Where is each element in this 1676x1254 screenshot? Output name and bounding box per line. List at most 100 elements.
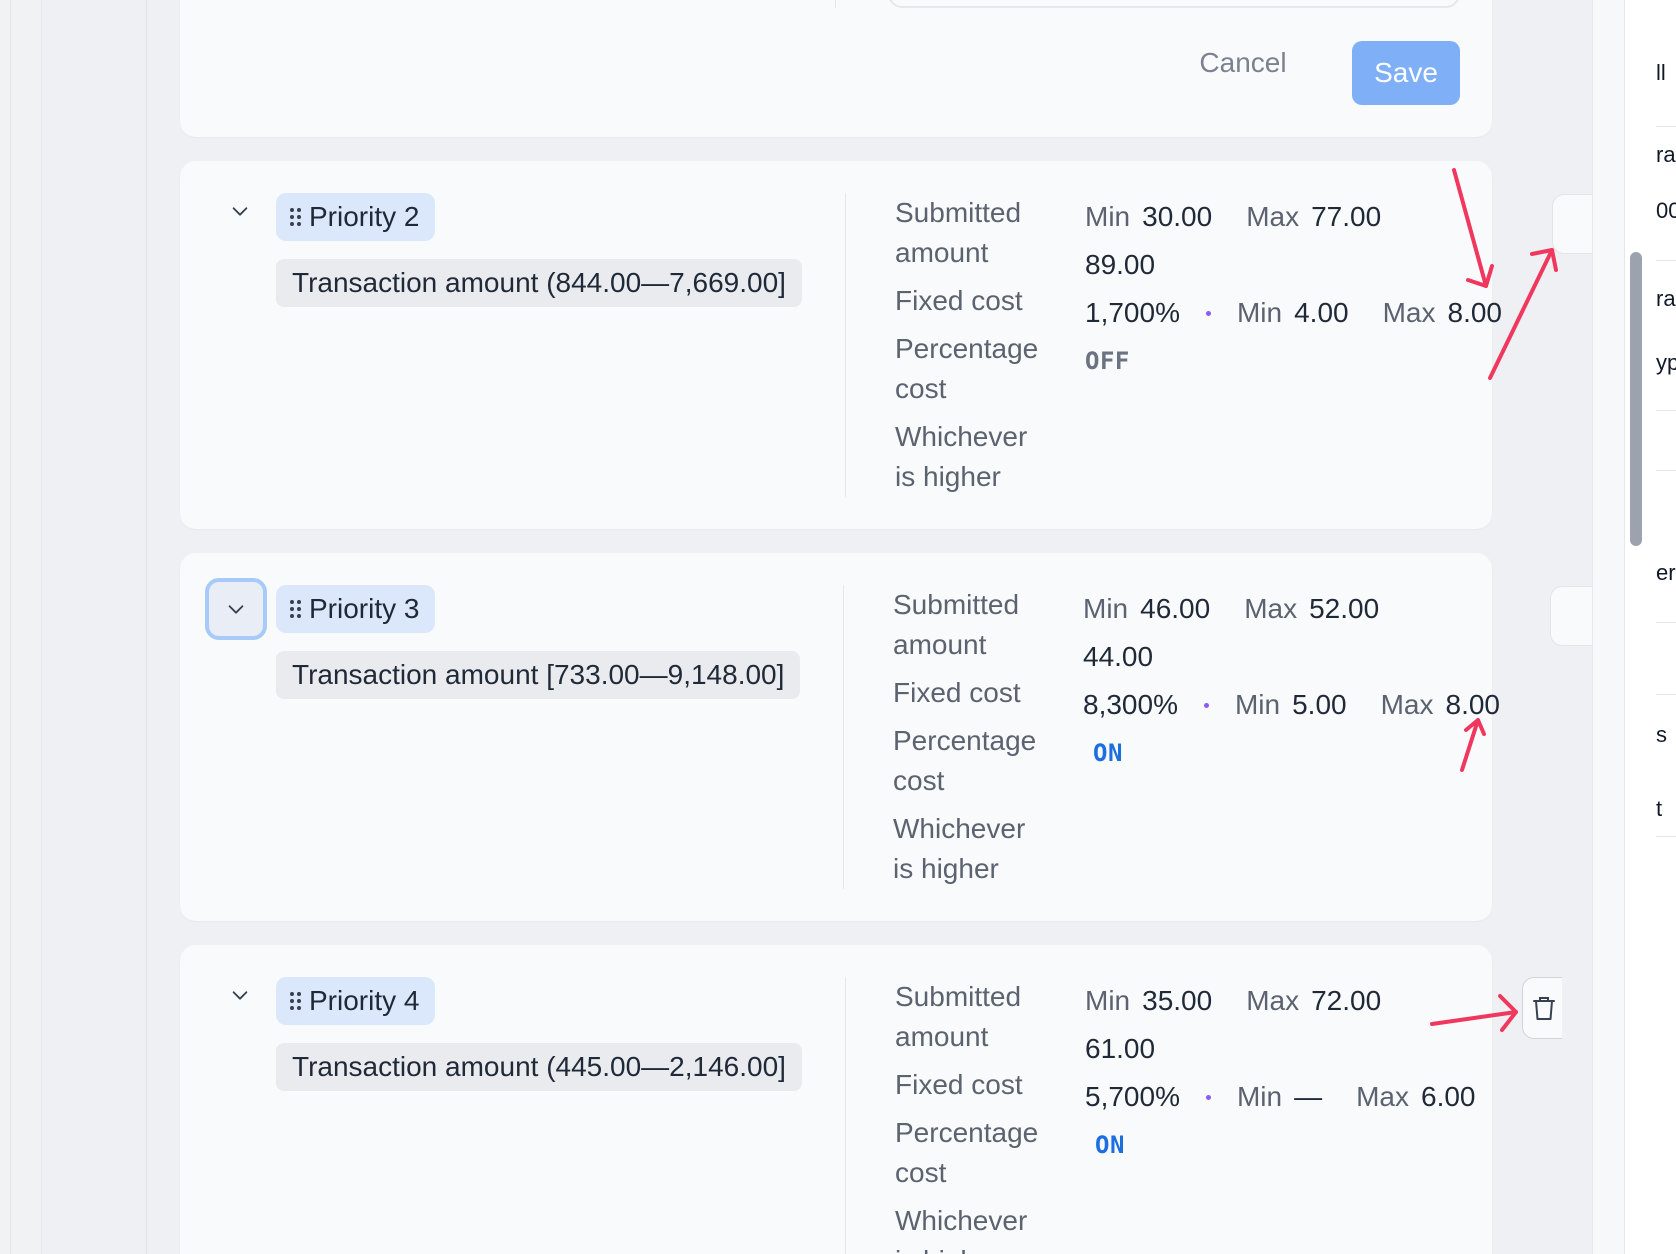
label-fixed: Fixed cost <box>895 1069 1023 1100</box>
fixed-row: 44.00 <box>1083 633 1503 681</box>
text-input[interactable] <box>888 0 1460 8</box>
scrollbar-track[interactable] <box>1592 0 1624 1254</box>
expand-toggle[interactable] <box>212 967 268 1023</box>
submitted-row: Min 30.00 Max 77.00 <box>1085 193 1505 241</box>
min-value: 30.00 <box>1142 201 1213 232</box>
whichever-row: OFF <box>1085 337 1505 385</box>
divider <box>1656 836 1676 837</box>
label-fixed: Fixed cost <box>893 677 1021 708</box>
submitted-row: Min 35.00 Max 72.00 <box>1085 977 1505 1025</box>
separator-dot <box>1203 702 1209 708</box>
chevron-down-icon <box>232 207 248 216</box>
right-strip-text: ra <box>1656 286 1676 311</box>
right-strip-text: s <box>1656 722 1667 747</box>
percentage-value: 8,300% <box>1083 689 1178 720</box>
min-label: Min <box>1234 689 1281 720</box>
priority-chip[interactable]: Priority 2 <box>276 193 436 241</box>
min-value: 35.00 <box>1142 985 1213 1016</box>
label-submitted: Submitted amount <box>893 589 1020 660</box>
min-value: 5.00 <box>1292 689 1347 720</box>
min-label: Min <box>1236 297 1283 328</box>
chevron-down-icon <box>232 991 248 1000</box>
divider <box>1656 470 1676 471</box>
whichever-row: ON <box>1083 729 1503 777</box>
divider <box>1656 622 1676 623</box>
label-whichever: Whichever is higher <box>893 813 1026 884</box>
status-badge: OFF <box>1085 347 1130 375</box>
row-action-button[interactable] <box>1550 586 1596 646</box>
fixed-value: 89.00 <box>1085 249 1156 280</box>
divider <box>845 977 846 1254</box>
field-labels: Submitted amount Fixed cost Percentage c… <box>895 193 1055 505</box>
percentage-value: 5,700% <box>1085 1081 1180 1112</box>
max-value: 8.00 <box>1445 689 1501 720</box>
right-edge-panel <box>1624 0 1676 1254</box>
scrollbar-thumb[interactable] <box>1630 252 1642 546</box>
divider <box>845 193 846 497</box>
percentage-row: 8,300% Min 5.00 Max 8.00 <box>1083 681 1503 729</box>
label-percentage: Percentage cost <box>895 1117 1039 1188</box>
save-button[interactable]: Save <box>1352 41 1460 105</box>
min-value: 4.00 <box>1294 297 1349 328</box>
fixed-value: 61.00 <box>1085 1033 1156 1064</box>
divider <box>1656 410 1676 411</box>
label-percentage: Percentage cost <box>895 333 1039 404</box>
divider <box>1656 694 1676 695</box>
separator-dot <box>1205 310 1211 316</box>
delete-button[interactable] <box>1522 977 1562 1039</box>
rule-card-priority-3: Priority 3 Transaction amount [733.00—9,… <box>180 553 1500 921</box>
priority-label: Priority 2 <box>309 201 420 232</box>
fixed-row: 61.00 <box>1085 1025 1505 1073</box>
priority-label: Priority 4 <box>309 985 420 1016</box>
max-label: Max <box>1244 593 1298 624</box>
priority-chip[interactable]: Priority 3 <box>276 585 436 633</box>
trash-icon <box>1532 997 1555 1020</box>
submitted-row: Min 46.00 Max 52.00 <box>1083 585 1503 633</box>
priority-chip[interactable]: Priority 4 <box>276 977 436 1025</box>
expand-toggle[interactable] <box>205 578 267 640</box>
condition-chip: Transaction amount (445.00—2,146.00] <box>276 1043 802 1091</box>
label-submitted: Submitted amount <box>895 197 1022 268</box>
fixed-value: 44.00 <box>1083 641 1154 672</box>
field-values: Min 30.00 Max 77.00 89.00 1,700% Min 4.0… <box>1085 193 1505 385</box>
panel-border <box>146 0 147 1254</box>
max-label: Max <box>1246 985 1300 1016</box>
drag-handle-icon[interactable] <box>290 600 301 618</box>
label-fixed: Fixed cost <box>895 285 1023 316</box>
max-label: Max <box>1356 1081 1409 1112</box>
right-strip-text: 00 <box>1656 198 1676 223</box>
min-label: Min <box>1085 985 1131 1016</box>
label-submitted: Submitted amount <box>895 981 1022 1052</box>
max-label: Max <box>1246 201 1300 232</box>
cancel-button[interactable]: Cancel <box>1183 38 1303 88</box>
edit-form-card: Cancel Save <box>180 0 1492 137</box>
max-value: 72.00 <box>1311 985 1382 1016</box>
left-gutter <box>0 0 42 1254</box>
field-values: Min 46.00 Max 52.00 44.00 8,300% Min 5.0… <box>1083 585 1503 777</box>
right-strip-text: ra <box>1656 142 1676 167</box>
rule-card-priority-2: Priority 2 Transaction amount (844.00—7,… <box>180 161 1502 529</box>
condition-chip: Transaction amount [733.00—9,148.00] <box>276 651 801 699</box>
label-percentage: Percentage cost <box>893 725 1037 796</box>
percentage-row: 1,700% Min 4.00 Max 8.00 <box>1085 289 1505 337</box>
expand-toggle[interactable] <box>212 183 268 239</box>
drag-handle-icon[interactable] <box>290 208 301 226</box>
field-labels: Submitted amount Fixed cost Percentage c… <box>893 585 1053 897</box>
drag-handle-icon[interactable] <box>290 992 301 1010</box>
whichever-row: ON <box>1085 1121 1505 1169</box>
status-badge: ON <box>1093 739 1123 767</box>
rule-card-priority-4: Priority 4 Transaction amount (445.00—2,… <box>180 945 1492 1254</box>
max-value: 8.00 <box>1447 297 1503 328</box>
field-values: Min 35.00 Max 72.00 61.00 5,700% Min — M… <box>1085 977 1505 1169</box>
max-label: Max <box>1380 689 1434 720</box>
divider <box>1656 260 1676 261</box>
right-strip-text: er <box>1656 560 1676 585</box>
percentage-value: 1,700% <box>1085 297 1180 328</box>
condition-chip: Transaction amount (844.00—7,669.00] <box>276 259 802 307</box>
percentage-row: 5,700% Min — Max 6.00 <box>1085 1073 1505 1121</box>
right-strip-text: t <box>1656 796 1663 821</box>
max-label: Max <box>1382 297 1436 328</box>
max-value: 52.00 <box>1309 593 1380 624</box>
min-value: — <box>1294 1081 1323 1112</box>
divider <box>1656 126 1676 127</box>
